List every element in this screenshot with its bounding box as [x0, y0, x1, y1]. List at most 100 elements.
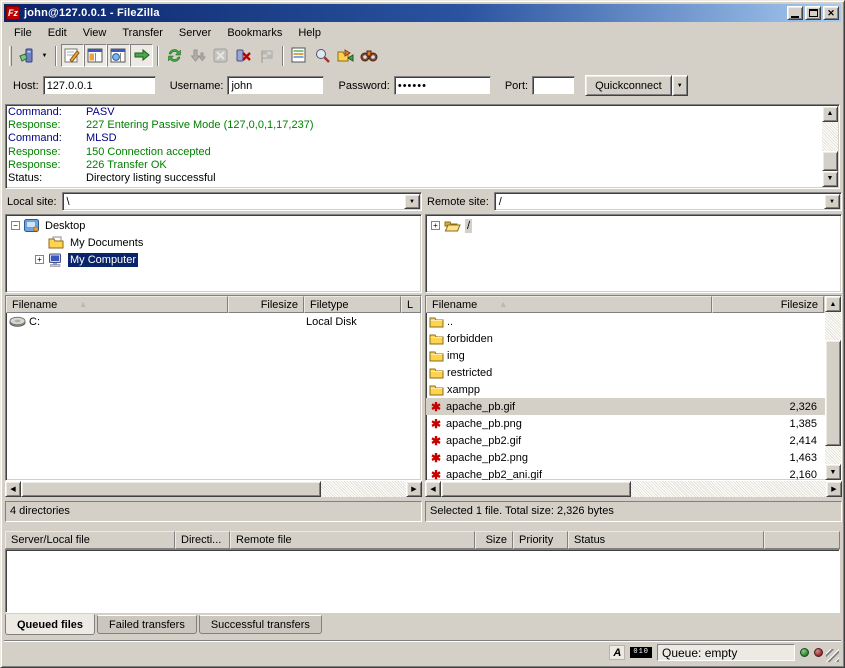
queue-column-header-remote-file[interactable]: Remote file: [230, 531, 475, 549]
local-file-row[interactable]: C:Local Disk: [6, 313, 421, 330]
file-name-cell: img: [426, 347, 712, 364]
scroll-up-button[interactable]: ▲: [822, 106, 838, 122]
local-tree-item[interactable]: +My Computer: [7, 251, 420, 268]
local-list-body: C:Local Disk: [6, 313, 421, 330]
find-files-button[interactable]: [357, 44, 380, 67]
file-type-cell: Local Disk: [304, 313, 401, 330]
folder-icon: [429, 332, 444, 345]
tab-successful-transfers[interactable]: Successful transfers: [199, 615, 322, 634]
queue-list[interactable]: [5, 549, 840, 613]
column-header-filesize[interactable]: Filesize: [228, 296, 304, 313]
cancel-operation-button[interactable]: [209, 44, 232, 67]
expand-icon[interactable]: +: [431, 221, 440, 230]
remote-file-row[interactable]: ✱apache_pb2.gif2,414: [426, 432, 841, 449]
menu-item-transfer[interactable]: Transfer: [114, 25, 171, 41]
column-header-filesize[interactable]: Filesize: [712, 296, 824, 313]
scroll-down-button[interactable]: ▼: [825, 464, 841, 480]
queue-column-header-directi[interactable]: Directi...: [175, 531, 230, 549]
disconnect-button[interactable]: [232, 44, 255, 67]
remote-file-row[interactable]: forbidden: [426, 330, 841, 347]
column-header-filename[interactable]: Filename▲: [426, 296, 712, 313]
password-input[interactable]: [394, 76, 491, 95]
directory-comparison-button[interactable]: [288, 44, 311, 67]
username-input[interactable]: [227, 76, 324, 95]
local-tree-item[interactable]: −Desktop: [7, 217, 420, 234]
scroll-up-button[interactable]: ▲: [825, 296, 841, 312]
queue-column-header-status[interactable]: Status: [568, 531, 764, 549]
remote-file-row[interactable]: ✱apache_pb2.png1,463: [426, 449, 841, 466]
remote-file-row[interactable]: img: [426, 347, 841, 364]
scrollbar-thumb[interactable]: [21, 481, 321, 497]
quickconnect-button[interactable]: Quickconnect: [585, 75, 672, 96]
scroll-left-button[interactable]: ◀: [5, 481, 21, 497]
remote-file-row[interactable]: restricted: [426, 364, 841, 381]
queue-column-header-size[interactable]: Size: [475, 531, 513, 549]
scroll-down-button[interactable]: ▼: [822, 171, 838, 187]
synchronized-browsing-button[interactable]: [334, 44, 357, 67]
minimize-button[interactable]: [787, 6, 803, 20]
queue-column-header-priority[interactable]: Priority: [513, 531, 568, 549]
quickconnect-dropdown-button[interactable]: ▼: [672, 75, 688, 96]
column-header-l[interactable]: L: [401, 296, 421, 313]
local-site-dropdown-button[interactable]: ▼: [404, 194, 420, 209]
menu-item-file[interactable]: File: [6, 25, 40, 41]
local-site-combo[interactable]: \ ▼: [62, 192, 422, 211]
toggle-remote-tree-button[interactable]: [107, 44, 130, 67]
remote-file-row[interactable]: ✱apache_pb.png1,385: [426, 415, 841, 432]
image-file-icon: ✱: [429, 435, 443, 447]
menu-item-server[interactable]: Server: [171, 25, 219, 41]
refresh-button[interactable]: [163, 44, 186, 67]
toggle-transfer-queue-button[interactable]: [130, 44, 153, 67]
filter-button[interactable]: [311, 44, 334, 67]
scroll-right-button[interactable]: ▶: [826, 481, 842, 497]
close-button[interactable]: ✕: [823, 6, 839, 20]
resize-grip[interactable]: [826, 649, 839, 662]
remote-file-row[interactable]: ✱apache_pb.gif2,326: [426, 398, 841, 415]
tab-failed-transfers[interactable]: Failed transfers: [97, 615, 197, 634]
remote-tree-item[interactable]: +/: [427, 217, 840, 234]
tab-queued-files[interactable]: Queued files: [5, 614, 95, 635]
scrollbar-track[interactable]: [825, 446, 841, 464]
menu-item-help[interactable]: Help: [290, 25, 329, 41]
site-manager-button[interactable]: [15, 44, 38, 67]
scrollbar-track[interactable]: [825, 312, 841, 340]
local-horizontal-scrollbar[interactable]: ◀ ▶: [5, 481, 422, 497]
maximize-button[interactable]: [805, 6, 821, 20]
collapse-icon[interactable]: −: [11, 221, 20, 230]
local-tree-item[interactable]: My Documents: [7, 234, 420, 251]
process-queue-button[interactable]: [186, 44, 209, 67]
remote-site-dropdown-button[interactable]: ▼: [824, 194, 840, 209]
menu-item-bookmarks[interactable]: Bookmarks: [219, 25, 290, 41]
column-header-filename[interactable]: Filename▲: [6, 296, 228, 313]
queue-column-header-server-local-file[interactable]: Server/Local file: [5, 531, 175, 549]
scrollbar-thumb[interactable]: [825, 340, 841, 446]
scroll-right-button[interactable]: ▶: [406, 481, 422, 497]
transfer-type-indicator-icon[interactable]: A: [609, 645, 625, 660]
scrollbar-track[interactable]: [631, 481, 826, 497]
scrollbar-track[interactable]: [822, 122, 838, 151]
remote-file-row[interactable]: xampp: [426, 381, 841, 398]
message-log-scrollbar[interactable]: ▲ ▼: [822, 106, 838, 187]
remote-vertical-scrollbar[interactable]: ▲ ▼: [825, 296, 841, 480]
menu-item-view[interactable]: View: [75, 25, 115, 41]
scrollbar-thumb[interactable]: [441, 481, 631, 497]
remote-horizontal-scrollbar[interactable]: ◀ ▶: [425, 481, 842, 497]
toggle-local-tree-button[interactable]: [84, 44, 107, 67]
scroll-left-button[interactable]: ◀: [425, 481, 441, 497]
toggle-message-log-button[interactable]: [61, 44, 84, 67]
host-input[interactable]: [43, 76, 156, 95]
scrollbar-thumb[interactable]: [822, 151, 838, 171]
menu-item-edit[interactable]: Edit: [40, 25, 75, 41]
abort-button[interactable]: [255, 44, 278, 67]
scrollbar-track[interactable]: [321, 481, 406, 497]
toolbar-grip[interactable]: [9, 46, 12, 66]
column-header-filetype[interactable]: Filetype: [304, 296, 401, 313]
local-list-header: Filename▲FilesizeFiletypeL: [6, 296, 421, 313]
port-input[interactable]: [532, 76, 575, 95]
remote-site-combo[interactable]: / ▼: [494, 192, 842, 211]
remote-file-row[interactable]: ..: [426, 313, 841, 330]
expand-icon[interactable]: +: [35, 255, 44, 264]
remote-file-row[interactable]: ✱apache_pb2_ani.gif2,160: [426, 466, 841, 481]
site-manager-dropdown-button[interactable]: ▼: [38, 45, 51, 66]
indicator-badge-icon[interactable]: 010: [630, 647, 652, 658]
